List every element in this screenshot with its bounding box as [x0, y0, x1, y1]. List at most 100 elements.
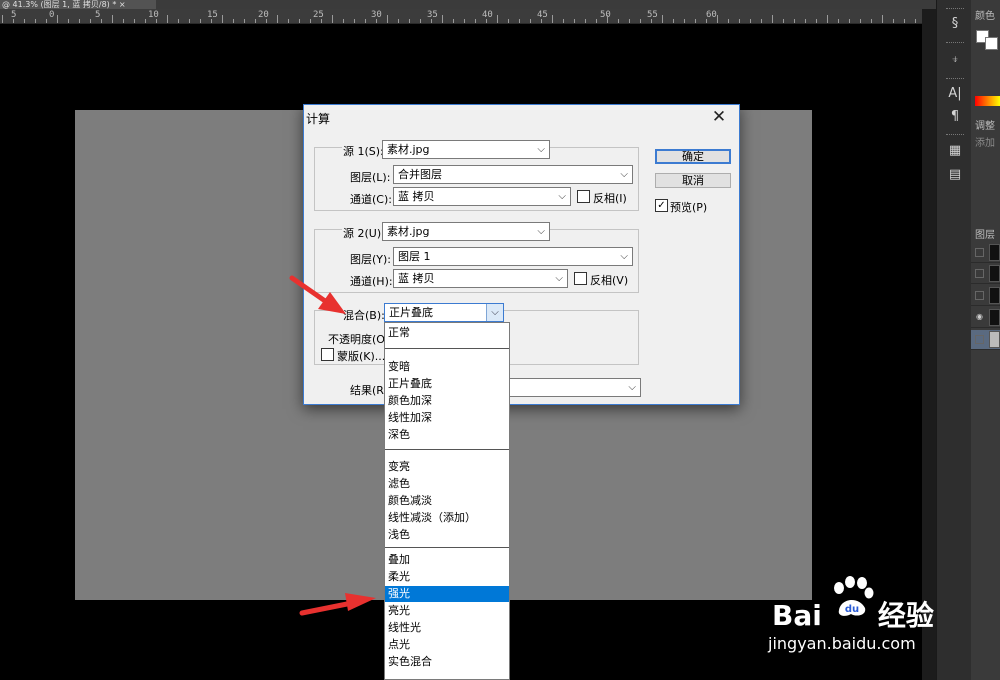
- mask-label[interactable]: 蒙版(K)...: [337, 348, 385, 364]
- horizontal-ruler[interactable]: 5 0 5 10 15 20 25 30 35 40 45 50 55 60: [0, 9, 936, 24]
- color-spectrum[interactable]: [975, 96, 1000, 106]
- layer-row[interactable]: ◉: [971, 308, 1000, 328]
- blend-mode-option[interactable]: 浅色: [385, 527, 509, 543]
- layer-row[interactable]: [971, 264, 1000, 284]
- visibility-toggle[interactable]: [975, 269, 984, 278]
- chevron-down-icon: ⌵: [628, 382, 636, 393]
- blend-mode-option[interactable]: 线性加深: [385, 410, 509, 426]
- source1-layer-select[interactable]: 合并图层 ⌵: [393, 165, 633, 184]
- blend-mode-option[interactable]: 正片叠底: [385, 376, 509, 392]
- background-color-swatch[interactable]: [985, 37, 998, 50]
- layer-thumbnail: [989, 331, 1000, 348]
- ruler-tick: [24, 19, 25, 23]
- blend-mode-option[interactable]: 正常: [385, 325, 509, 341]
- ruler-tick: [310, 19, 311, 23]
- document-tab[interactable]: @ 41.3% (图层 1, 蓝 拷贝/8) * ×: [0, 0, 156, 9]
- ruler-tick: [772, 15, 773, 23]
- chevron-down-icon: ⌵: [555, 273, 563, 284]
- source2-invert-checkbox[interactable]: [574, 272, 587, 285]
- source2-select[interactable]: 素材.jpg ⌵: [382, 222, 550, 241]
- chevron-down-icon[interactable]: ⌵: [486, 304, 503, 321]
- eye-icon[interactable]: ◉: [975, 313, 984, 322]
- adjustments-panel-tab[interactable]: 调整: [975, 117, 995, 132]
- panel-grip[interactable]: [946, 134, 964, 137]
- ruler-tick: [244, 19, 245, 23]
- ruler-number: 45: [537, 10, 548, 20]
- ruler-tick: [827, 15, 828, 23]
- color-panel-tab[interactable]: 颜色: [975, 7, 995, 22]
- blending-mode-select[interactable]: 正片叠底 ⌵: [384, 303, 504, 322]
- visibility-toggle[interactable]: [975, 248, 984, 257]
- cancel-button[interactable]: 取消: [655, 173, 731, 188]
- source2-layer-value: 图层 1: [398, 250, 431, 263]
- source2-value: 素材.jpg: [387, 225, 430, 238]
- ruler-tick: [266, 19, 267, 23]
- watermark-url: jingyan.baidu.com: [768, 634, 916, 653]
- blend-mode-option[interactable]: 实色混合: [385, 654, 509, 670]
- blending-mode-list[interactable]: 正常变暗 正片叠底 颜色加深 线性加深 深色变亮 滤色 颜色减淡 线性减淡（添加） 浅色叠加 柔光…: [384, 322, 510, 680]
- ruler-tick: [673, 19, 674, 23]
- ruler-tick: [288, 19, 289, 23]
- blend-mode-option[interactable]: 叠加: [385, 552, 509, 568]
- visibility-toggle[interactable]: [975, 291, 984, 300]
- blend-mode-option[interactable]: 颜色减淡: [385, 493, 509, 509]
- source1-invert-checkbox[interactable]: [577, 190, 590, 203]
- blend-mode-option[interactable]: 滤色: [385, 476, 509, 492]
- ruler-tick: [442, 15, 443, 23]
- panel-grip[interactable]: [946, 8, 964, 11]
- source2-channel-select[interactable]: 蓝 拷贝 ⌵: [393, 269, 568, 288]
- layer-thumbnail: [989, 244, 1000, 261]
- panel-grip[interactable]: [946, 78, 964, 81]
- ruler-tick: [57, 15, 58, 23]
- character-icon[interactable]: A|: [944, 84, 966, 104]
- blend-mode-option[interactable]: 点光: [385, 637, 509, 653]
- history-brush-icon[interactable]: §: [944, 14, 966, 34]
- ruler-tick: [79, 19, 80, 23]
- ruler-tick: [508, 19, 509, 23]
- ok-button[interactable]: 确定: [655, 149, 731, 164]
- visibility-toggle[interactable]: [975, 335, 984, 344]
- blend-mode-option[interactable]: 柔光: [385, 569, 509, 585]
- blend-mode-option[interactable]: 颜色加深: [385, 393, 509, 409]
- blend-mode-option[interactable]: 亮光: [385, 603, 509, 619]
- panel-grip[interactable]: [946, 42, 964, 45]
- mask-checkbox[interactable]: [321, 348, 334, 361]
- blend-mode-option[interactable]: 变暗: [385, 359, 509, 375]
- ruler-tick: [717, 15, 718, 23]
- properties-icon[interactable]: ▦: [944, 141, 966, 161]
- result-select[interactable]: ⌵: [500, 378, 641, 397]
- ruler-tick: [618, 19, 619, 23]
- close-tab-icon[interactable]: ×: [119, 0, 126, 9]
- ruler-tick: [684, 19, 685, 23]
- blend-mode-option[interactable]: 变亮: [385, 459, 509, 475]
- layer-row-selected[interactable]: [971, 330, 1000, 350]
- ruler-tick: [376, 19, 377, 23]
- ruler-tick: [695, 19, 696, 23]
- ruler-tick: [101, 19, 102, 23]
- close-icon[interactable]: ✕: [709, 105, 729, 129]
- layer-row[interactable]: [971, 243, 1000, 263]
- ruler-tick: [893, 19, 894, 23]
- blend-mode-option[interactable]: 强光: [385, 586, 509, 602]
- ruler-tick: [134, 19, 135, 23]
- ruler-tick: [728, 19, 729, 23]
- notes-icon[interactable]: ▤: [944, 165, 966, 185]
- paragraph-icon[interactable]: ¶: [944, 107, 966, 127]
- blend-mode-option[interactable]: 线性减淡（添加）: [385, 510, 509, 526]
- clone-source-icon[interactable]: ⍖: [944, 50, 966, 70]
- preview-checkbox[interactable]: ✓: [655, 199, 668, 212]
- source1-select[interactable]: 素材.jpg ⌵: [382, 140, 550, 159]
- ruler-tick: [739, 19, 740, 23]
- blend-mode-option[interactable]: 线性光: [385, 620, 509, 636]
- ruler-tick: [860, 19, 861, 23]
- ruler-tick: [453, 19, 454, 23]
- preview-label: 预览(P): [670, 201, 708, 214]
- blend-mode-option[interactable]: 深色: [385, 427, 509, 443]
- layer-row[interactable]: [971, 286, 1000, 306]
- list-separator: [385, 547, 509, 548]
- source2-layer-select[interactable]: 图层 1 ⌵: [393, 247, 633, 266]
- source1-channel-select[interactable]: 蓝 拷贝 ⌵: [393, 187, 571, 206]
- ruler-tick: [178, 19, 179, 23]
- layers-panel-tab[interactable]: 图层: [975, 226, 995, 241]
- ruler-tick: [90, 19, 91, 23]
